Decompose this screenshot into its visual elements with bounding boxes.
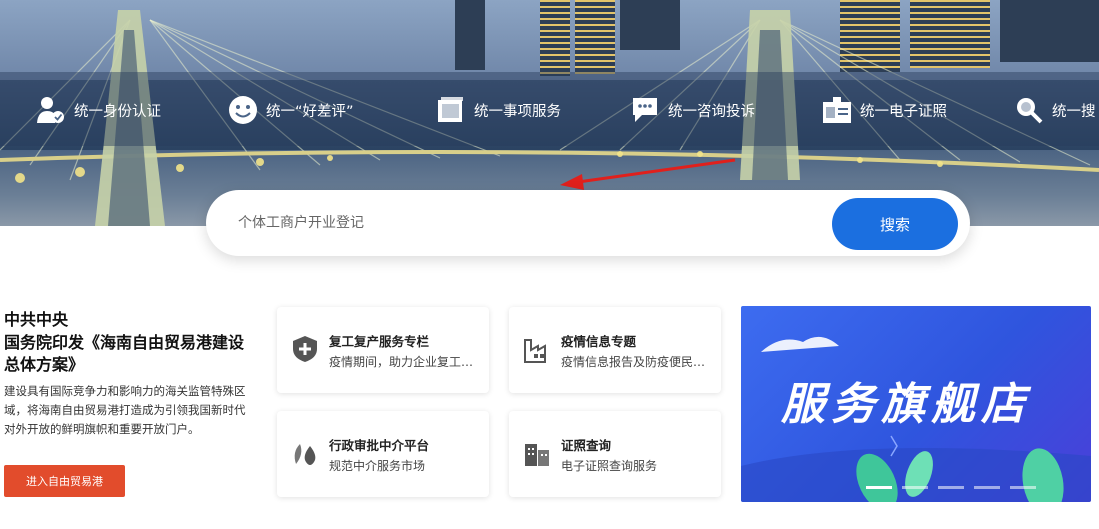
promo-org: 中共中央 <box>4 310 69 329</box>
feature-label: 统一咨询投诉 <box>668 103 755 120</box>
feature-consult[interactable]: 统一咨询投诉 <box>630 90 755 130</box>
feature-label: 统一搜 <box>1052 103 1096 120</box>
id-card-icon <box>822 95 852 125</box>
card-desc: 疫情期间，助力企业复工复产 <box>329 355 479 369</box>
feature-label: 统一“好差评” <box>266 103 354 120</box>
feature-rating[interactable]: 统一“好差评” <box>228 90 354 130</box>
feature-nav: 统一身份认证 统一“好差评” 统一事项服务 统一咨询投诉 统一电子证照 统一搜 <box>0 90 1099 130</box>
search-bar: 搜索 <box>206 190 970 256</box>
carousel-dot[interactable] <box>974 486 1000 489</box>
service-card[interactable]: 复工复产服务专栏 疫情期间，助力企业复工复产 <box>277 307 489 393</box>
search-input[interactable] <box>238 208 798 238</box>
service-card[interactable]: 疫情信息专题 疫情信息报告及防疫便民服务 <box>509 307 721 393</box>
promo-title[interactable]: 国务院印发《海南自由贸易港建设总体方案》 <box>4 332 254 376</box>
carousel-dot[interactable] <box>902 486 928 489</box>
card-desc: 规范中介服务市场 <box>329 459 426 473</box>
buildings-icon <box>521 437 553 469</box>
carousel-dot[interactable] <box>866 486 892 489</box>
service-card[interactable]: 证照查询 电子证照查询服务 <box>509 411 721 497</box>
carousel-dot[interactable] <box>1010 486 1036 489</box>
promo-description: 建设具有国际竞争力和影响力的海关监管特殊区域，将海南自由贸易港打造成为引领我国新… <box>4 384 246 436</box>
feature-search[interactable]: 统一搜 <box>1014 90 1096 130</box>
card-desc: 电子证照查询服务 <box>561 459 658 473</box>
feature-services[interactable]: 统一事项服务 <box>436 90 561 130</box>
factory-icon <box>521 333 553 365</box>
chat-bubble-icon <box>630 95 660 125</box>
feature-label: 统一电子证照 <box>860 103 947 120</box>
leaf-drop-icon <box>289 437 321 469</box>
carousel-indicators <box>866 486 1036 489</box>
feature-certificate[interactable]: 统一电子证照 <box>822 90 947 130</box>
feature-label: 统一身份认证 <box>74 103 161 120</box>
flagship-title: 服务旗舰店 <box>781 379 1031 430</box>
flagship-banner[interactable]: 服务旗舰店 <box>741 306 1091 502</box>
search-button[interactable]: 搜索 <box>832 198 958 250</box>
stack-icon <box>436 95 466 125</box>
search-icon <box>1014 95 1044 125</box>
user-check-icon <box>36 95 66 125</box>
feature-label: 统一事项服务 <box>474 103 561 120</box>
card-title: 复工复产服务专栏 <box>329 334 430 349</box>
service-card[interactable]: 行政审批中介平台 规范中介服务市场 <box>277 411 489 497</box>
card-title: 疫情信息专题 <box>561 334 637 349</box>
card-title: 证照查询 <box>561 438 612 453</box>
carousel-dot[interactable] <box>938 486 964 489</box>
card-title: 行政审批中介平台 <box>329 438 430 453</box>
smiley-icon <box>228 95 258 125</box>
enter-ftz-button[interactable]: 进入自由贸易港 <box>4 465 125 497</box>
card-desc: 疫情信息报告及防疫便民服务 <box>561 355 711 369</box>
shield-plus-icon <box>289 333 321 365</box>
feature-identity[interactable]: 统一身份认证 <box>36 90 161 130</box>
promo-block: 中共中央 国务院印发《海南自由贸易港建设总体方案》 建设具有国际竞争力和影响力的… <box>4 310 254 497</box>
